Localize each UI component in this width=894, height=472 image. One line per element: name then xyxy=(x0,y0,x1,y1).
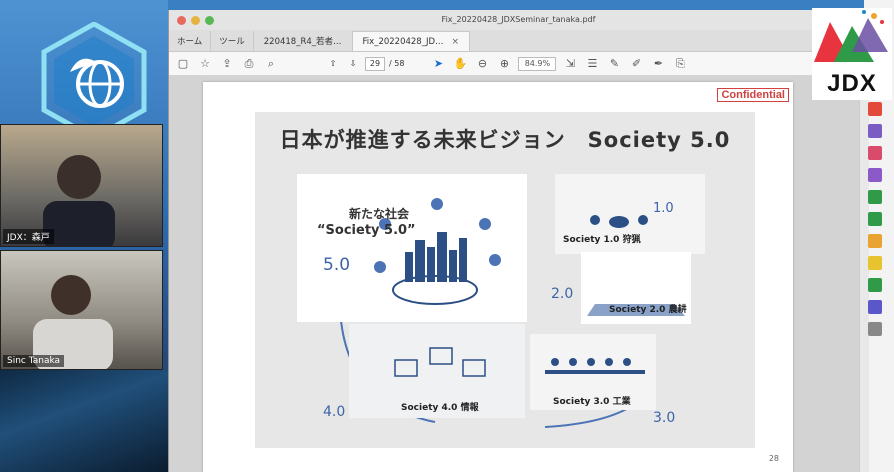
tab-document-2[interactable]: Fix_20220428_JD… × xyxy=(352,31,471,51)
edit-pdf-icon[interactable] xyxy=(868,146,882,160)
zoom-out-icon[interactable]: ⊖ xyxy=(474,57,490,70)
society5-heading: 新たな社会 xyxy=(349,206,410,221)
jdx-logo: JDX xyxy=(812,8,892,100)
create-pdf-icon[interactable] xyxy=(868,124,882,138)
page-total: / 58 xyxy=(389,59,405,68)
tab-label: 220418_R4_若者… xyxy=(263,37,342,47)
tab-home[interactable]: ホーム xyxy=(169,31,212,51)
fill-sign-icon[interactable] xyxy=(868,168,882,182)
confidential-badge: Confidential xyxy=(717,88,789,102)
society4-label: Society 4.0 情報 xyxy=(401,401,480,413)
video-tile-morito[interactable]: JDX：森戸 xyxy=(0,124,163,247)
comment-icon[interactable]: ✎ xyxy=(606,57,622,70)
stamp-icon[interactable]: ⎘ xyxy=(672,57,688,71)
more-tools-icon[interactable] xyxy=(868,322,882,336)
page-number-input[interactable]: 29 xyxy=(365,56,385,71)
city-background xyxy=(0,370,168,472)
upload-icon[interactable]: ⇪ xyxy=(219,57,235,70)
hand-tool-icon[interactable]: ✋ xyxy=(452,57,468,70)
sign-icon[interactable]: ✒ xyxy=(650,57,666,70)
society5-heading2: “Society 5.0” xyxy=(317,223,416,238)
jdx-wordmark: JDX xyxy=(827,70,877,97)
page-navigator: ⇧ ⇩ 29 / 58 xyxy=(325,56,405,71)
zoom-search-icon[interactable]: ⌕ xyxy=(263,57,279,71)
society-diagram: 新たな社会 “Society 5.0” 5.0 4.0 3.0 2.0 1.0 … xyxy=(297,174,705,428)
label-5-0: 5.0 xyxy=(323,255,350,275)
participant-name-tag: Sinc Tanaka xyxy=(3,355,65,367)
toolbar: ▢ ☆ ⇪ ⎙ ⌕ ⇧ ⇩ 29 / 58 ➤ ✋ ⊖ ⊕ 84.9% ⇲ ☰ … xyxy=(169,52,868,76)
scroll-mode-icon[interactable]: ☰ xyxy=(584,57,600,70)
pdf-page: Confidential 日本が推進する未来ビジョン Society 5.0 新… xyxy=(203,82,793,472)
globe-leaf-logo xyxy=(41,22,147,140)
page-fit-icon[interactable]: ⇲ xyxy=(562,57,578,70)
document-title: Fix_20220428_JDXSeminar_tanaka.pdf xyxy=(441,15,596,24)
security-shield-icon[interactable] xyxy=(868,300,882,314)
tab-tools[interactable]: ツール xyxy=(211,31,254,51)
bookmark-star-icon[interactable]: ☆ xyxy=(197,57,213,70)
pdf-reader-window: Fix_20220428_JDXSeminar_tanaka.pdf ホーム ツ… xyxy=(168,10,869,472)
label-1-0: 1.0 xyxy=(653,201,674,216)
tab-document-1[interactable]: 220418_R4_若者… xyxy=(254,31,353,51)
label-4-0: 4.0 xyxy=(323,404,345,420)
protect-icon[interactable] xyxy=(868,234,882,248)
page-number: 28 xyxy=(768,454,779,463)
save-icon[interactable]: ▢ xyxy=(175,57,191,70)
society1-label: Society 1.0 狩猟 xyxy=(563,233,641,245)
document-viewer[interactable]: Confidential 日本が推進する未来ビジョン Society 5.0 新… xyxy=(169,76,859,472)
label-3-0: 3.0 xyxy=(653,410,675,426)
tab-bar: ホーム ツール 220418_R4_若者… Fix_20220428_JD… × xyxy=(169,30,868,52)
society2-label: Society 2.0 農耕 xyxy=(609,303,687,315)
previous-page-icon[interactable]: ⇧ xyxy=(325,59,341,68)
participant-silhouette xyxy=(33,275,113,369)
zoom-in-icon[interactable]: ⊕ xyxy=(496,57,512,70)
comment-tool-icon[interactable] xyxy=(868,256,882,270)
highlight-pen-icon[interactable]: ✐ xyxy=(628,57,644,70)
organize-pages-icon[interactable] xyxy=(868,190,882,204)
close-tab-icon[interactable]: × xyxy=(452,37,460,47)
society5-panel xyxy=(297,174,527,322)
scan-icon[interactable] xyxy=(868,212,882,226)
right-tool-icons xyxy=(868,80,882,336)
slide: 日本が推進する未来ビジョン Society 5.0 新たな社会 “Society… xyxy=(255,112,755,448)
title-bar: Fix_20220428_JDXSeminar_tanaka.pdf xyxy=(169,10,868,30)
video-tile-tanaka[interactable]: Sinc Tanaka xyxy=(0,250,163,370)
participant-name-tag: JDX：森戸 xyxy=(3,229,54,244)
jdx-mark-icon xyxy=(814,10,888,62)
society3-label: Society 3.0 工業 xyxy=(553,395,632,407)
share-icon[interactable] xyxy=(868,278,882,292)
export-pdf-icon[interactable] xyxy=(868,102,882,116)
next-page-icon[interactable]: ⇩ xyxy=(345,59,361,68)
select-cursor-icon[interactable]: ➤ xyxy=(430,57,446,70)
print-icon[interactable]: ⎙ xyxy=(241,57,257,71)
tab-label: Fix_20220428_JD… xyxy=(362,36,444,47)
label-2-0: 2.0 xyxy=(551,286,573,302)
zoom-level-select[interactable]: 84.9% xyxy=(518,56,557,71)
